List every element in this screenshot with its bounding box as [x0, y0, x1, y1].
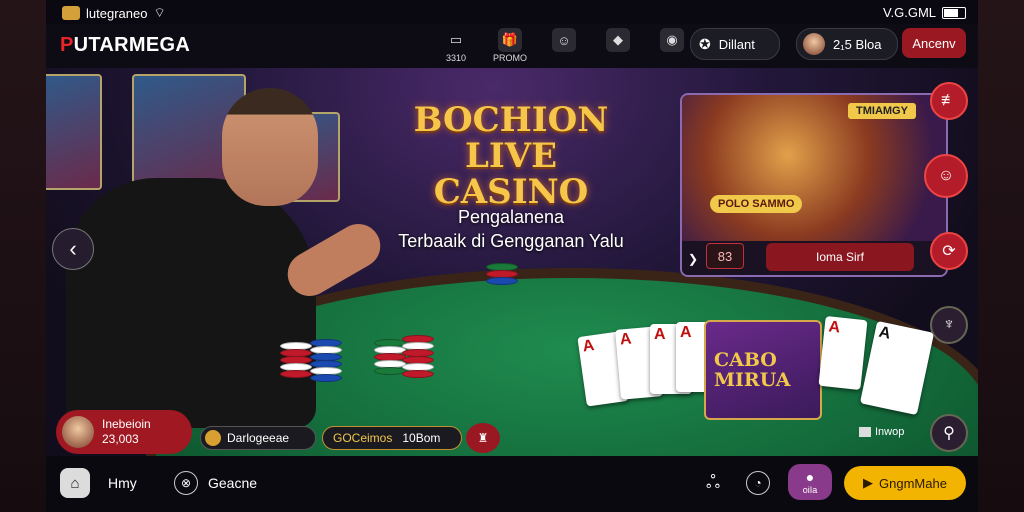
chip-info-pill[interactable]: Darlogeeae [200, 426, 316, 450]
status-bar: lutegraneo ⌔ V.G.GML [46, 0, 978, 26]
lobby-label[interactable]: Inwop [859, 426, 904, 438]
chip-stack [310, 339, 342, 382]
group-icon: ஃ [705, 471, 721, 492]
dealer-head [222, 88, 318, 206]
app-header: PUTARMEGA ▭ 3310 🎁 PROMO ☺ ◆ ◉ ✪ Dillant [46, 24, 978, 68]
card-icon: ◆ [606, 28, 630, 52]
smile-icon: ☺ [937, 167, 955, 184]
nav-chat[interactable]: ◉ [654, 28, 690, 63]
user-pill[interactable]: ✪ Dillant [690, 28, 780, 60]
user-name: Dillant [718, 36, 755, 52]
nav-home[interactable]: ⌂ Hmy [60, 468, 137, 498]
hero-title: BOCHION LIVE CASINO [413, 100, 609, 212]
rail-person-button[interactable]: ⚲ [930, 414, 968, 452]
headset-icon: ◔ [746, 471, 770, 495]
balance-value: 2₁5 Bloa [833, 36, 882, 52]
featured-game-card[interactable]: TMIAMGY POLO SAMMO ❯ 83 Ioma Sirf [680, 93, 948, 277]
user-badge-icon: ☺ [552, 28, 576, 52]
playing-card: A [818, 315, 868, 391]
menu-icon: ≢ [941, 92, 957, 109]
header-nav: ▭ 3310 🎁 PROMO ☺ ◆ ◉ [438, 28, 690, 63]
left-side-panel [0, 0, 46, 512]
home-icon: ⌂ [60, 468, 90, 498]
nav-wallet[interactable]: ▭ 3310 [438, 28, 474, 63]
winner-name: Inebeioin [102, 417, 151, 431]
account-button[interactable]: Ancenv [902, 28, 966, 58]
play-icon: ▶ [863, 475, 874, 490]
player-count: 83 [706, 243, 744, 269]
brand-logo[interactable]: PUTARMEGA [60, 34, 190, 57]
wall-poster [46, 74, 102, 190]
flag-icon [859, 427, 871, 437]
carrier-logo-icon [62, 6, 80, 20]
dealer-figure [66, 178, 316, 428]
winner-avatar [62, 416, 94, 448]
chip-icon [205, 430, 221, 446]
chip-stack [402, 335, 434, 378]
game-tag: TMIAMGY [848, 103, 916, 119]
nav-account[interactable]: ☺ [546, 28, 582, 63]
balance-pill[interactable]: 2₁5 Bloa [796, 28, 898, 60]
nav-games[interactable]: ⊗ Geacne [174, 468, 257, 498]
bottom-nav: ⌂ Hmy ⊗ Geacne ஃ ◔ ● oiIa ▶ GngmMahe [46, 456, 978, 512]
rail-gift-button[interactable]: ♆ [930, 306, 968, 344]
person-icon: ⚲ [943, 425, 955, 442]
bell-icon: ♜ [477, 431, 489, 445]
rail-refresh-button[interactable]: ⟳ [930, 232, 968, 270]
nav-support[interactable]: ◔ [746, 468, 780, 498]
chat-button[interactable]: ● oiIa [788, 464, 832, 500]
carrier-label: lutegraneo [86, 5, 148, 21]
prev-slide-button[interactable]: ‹ [52, 228, 94, 270]
chip-stack [280, 342, 312, 378]
right-side-panel [978, 0, 1024, 512]
game-logo: POLO SAMMO [710, 195, 803, 213]
chat-icon: ◉ [660, 28, 684, 52]
wallet-icon: ▭ [449, 32, 463, 47]
arrow-right-icon: ❯ [688, 252, 699, 266]
primary-cta-button[interactable]: ▶ GngmMahe [844, 466, 966, 500]
chip-stack [486, 263, 518, 285]
rail-emoji-button[interactable]: ☺ [924, 154, 968, 198]
hero-subtitle: Pengalanena Terbaaik di Gengganan Yalu [398, 207, 624, 251]
gift-icon: ♆ [943, 316, 955, 333]
gift-icon: 🎁 [498, 28, 522, 52]
rail-menu-button[interactable]: ≢ [930, 82, 968, 120]
nav-cards[interactable]: ◆ [600, 28, 636, 63]
avatar [803, 33, 825, 55]
chevron-left-icon: ‹ [69, 236, 77, 261]
alert-button[interactable]: ♜ [466, 423, 500, 453]
refresh-icon: ⟳ [942, 243, 956, 260]
winner-ticker[interactable]: Inebeioin 23,003 [56, 410, 192, 454]
play-game-button[interactable]: Ioma Sirf [766, 243, 914, 271]
circle-icon: ⊗ [174, 471, 198, 495]
user-icon: ✪ [699, 35, 711, 52]
feature-game-card[interactable]: CABO MIRUA [704, 320, 822, 420]
game-card-footer: ❯ 83 Ioma Sirf [682, 241, 946, 275]
nav-promo[interactable]: 🎁 PROMO [492, 28, 528, 63]
chip-info-pill[interactable]: GOCeimos 10Bom [322, 426, 462, 450]
signal-label: V.G.GML [883, 5, 936, 20]
wifi-icon: ⌔ [153, 5, 166, 20]
winner-amount: 23,003 [102, 432, 139, 446]
app-frame: lutegraneo ⌔ V.G.GML PUTARMEGA ▭ 3310 🎁 … [46, 0, 978, 512]
nav-friends[interactable]: ஃ [702, 468, 734, 498]
hero-banner: BOCHION LIVE CASINO Pengalanena Terbaaik… [46, 68, 978, 456]
chat-bubble-icon: ● [805, 469, 815, 485]
battery-icon [942, 6, 966, 19]
